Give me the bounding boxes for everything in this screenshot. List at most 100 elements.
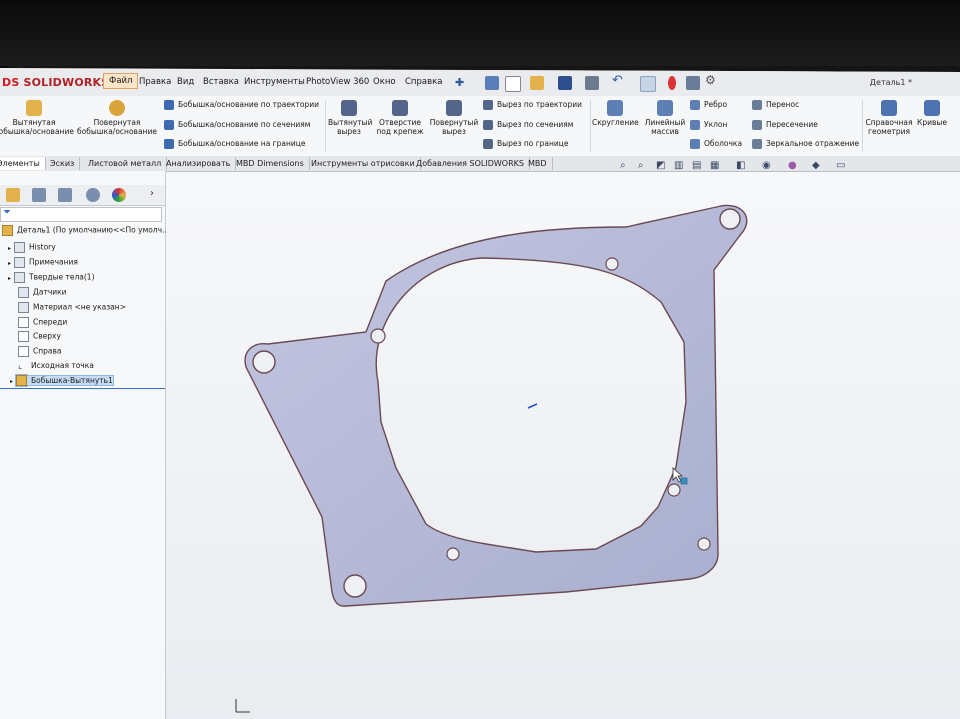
menu-insert[interactable]: Вставка xyxy=(203,77,239,87)
tab-mbd-dimensions[interactable]: MBD Dimensions xyxy=(231,157,310,170)
rollback-bar[interactable] xyxy=(0,388,165,389)
view-orientation-icon[interactable]: ▦ xyxy=(710,160,719,171)
tree-item-top-plane[interactable]: Сверху xyxy=(18,331,61,342)
tab-sketch-ink[interactable]: Инструменты отрисовки xyxy=(306,157,421,170)
swept-cut-button[interactable]: Вырез по траектории xyxy=(483,100,582,110)
shell-button[interactable]: Оболочка xyxy=(690,139,742,149)
boundary-cut-button[interactable]: Вырез по границе xyxy=(483,139,568,149)
lofted-boss-button[interactable]: Бобышка/основание по сечениям xyxy=(164,120,310,130)
tree-item-right-plane[interactable]: Справа xyxy=(18,346,62,357)
tree-root-part[interactable]: Деталь1 (По умолчанию<<По умолч... xyxy=(2,225,169,236)
tree-item-solid-bodies[interactable]: ▸ Твердые тела(1) xyxy=(8,272,95,283)
tab-sketch[interactable]: Эскиз xyxy=(45,157,81,170)
tree-item-history[interactable]: ▸ History xyxy=(8,242,56,253)
expand-arrow-icon[interactable]: ▸ xyxy=(10,378,13,385)
fillet-button[interactable]: Скругление xyxy=(592,100,639,127)
menu-file[interactable]: Файл xyxy=(103,73,139,89)
command-manager: Вытянутая бобышка/основание Повернутая б… xyxy=(0,96,960,157)
gear-icon[interactable]: ⚙ xyxy=(705,73,719,87)
traffic-light-icon[interactable] xyxy=(668,76,676,90)
graphics-area[interactable] xyxy=(166,172,960,719)
menu-edit[interactable]: Правка xyxy=(139,77,171,87)
mounting-hole[interactable] xyxy=(252,350,276,374)
appearance-icon[interactable]: ● xyxy=(788,160,797,171)
zoom-area-icon[interactable]: ⌕ xyxy=(638,160,644,171)
feature-manager-panel: › ⏷ Деталь1 (По умолчанию<<По умолч... ▸… xyxy=(0,171,169,719)
dynamic-annotation-icon[interactable]: ▤ xyxy=(692,160,701,171)
tree-item-origin[interactable]: ⌞ Исходная точка xyxy=(18,361,94,371)
solidworks-logo: DS SOLIDWORKS xyxy=(2,76,110,89)
view-settings-icon[interactable]: ▭ xyxy=(836,160,845,171)
tree-item-material[interactable]: Материал <не указан> xyxy=(18,302,126,313)
tree-item-annotations[interactable]: ▸ Примечания xyxy=(8,257,78,268)
menu-window[interactable]: Окно xyxy=(373,77,396,87)
extruded-boss-button[interactable]: Вытянутая бобышка/основание xyxy=(0,100,74,136)
save-icon[interactable] xyxy=(558,76,572,90)
curves-button[interactable]: Кривые xyxy=(916,100,948,127)
display-style-icon[interactable]: ◧ xyxy=(736,160,745,171)
hole-wizard-button[interactable]: Отверстие под крепеж xyxy=(374,100,426,136)
reference-geometry-button[interactable]: Справочная геометрия xyxy=(864,100,914,136)
tab-features[interactable]: Элементы xyxy=(0,157,46,170)
mounting-hole[interactable] xyxy=(446,547,460,561)
revolved-cut-button[interactable]: Повернутый вырез xyxy=(428,100,480,136)
previous-view-icon[interactable]: ◩ xyxy=(656,160,665,171)
extruded-cut-button[interactable]: Вытянутый вырез xyxy=(328,100,372,136)
swept-boss-button[interactable]: Бобышка/основание по траектории xyxy=(164,100,319,110)
section-view-icon[interactable]: ▥ xyxy=(674,160,683,171)
boundary-boss-button[interactable]: Бобышка/основание на границе xyxy=(164,139,305,149)
ribbon-separator xyxy=(325,100,326,152)
select-cursor-icon[interactable] xyxy=(640,76,656,92)
tree-item-boss-extrude[interactable]: ▸ Бобышка-Вытянуть1 xyxy=(10,374,114,386)
pin-icon[interactable]: ✚ xyxy=(455,76,469,90)
chevron-right-icon[interactable]: › xyxy=(150,188,154,199)
home-icon[interactable] xyxy=(485,76,499,90)
tree-item-sensors[interactable]: Датчики xyxy=(18,287,67,298)
menu-view[interactable]: Вид xyxy=(177,77,194,87)
tab-solidworks-addins[interactable]: Добавления SOLIDWORKS xyxy=(411,157,530,170)
triad-icon xyxy=(235,699,250,713)
print-icon[interactable] xyxy=(585,76,599,90)
mounting-hole[interactable] xyxy=(667,483,681,497)
wrap-button[interactable]: Перенос xyxy=(752,100,799,110)
menu-photoview[interactable]: PhotoView 360 xyxy=(306,77,369,87)
undo-icon[interactable]: ↶ xyxy=(612,73,626,88)
tree-item-front-plane[interactable]: Спереди xyxy=(18,317,67,328)
hide-show-icon[interactable]: ◉ xyxy=(762,160,771,171)
tab-sheet-metal[interactable]: Листовой металл xyxy=(83,157,168,170)
dimxpert-tab-icon[interactable] xyxy=(86,188,100,202)
linear-pattern-button[interactable]: Линейный массив xyxy=(642,100,688,136)
mounting-hole[interactable] xyxy=(697,537,711,551)
scene-icon[interactable]: ◆ xyxy=(812,160,820,171)
display-manager-tab-icon[interactable] xyxy=(112,188,126,202)
lofted-cut-button[interactable]: Вырез по сечениям xyxy=(483,120,573,130)
menu-help[interactable]: Справка xyxy=(405,77,442,87)
tab-evaluate[interactable]: Анализировать xyxy=(161,157,237,170)
expand-arrow-icon[interactable]: ▸ xyxy=(8,245,11,252)
open-folder-icon[interactable] xyxy=(530,76,544,90)
expand-arrow-icon[interactable]: ▸ xyxy=(8,275,11,282)
configuration-manager-tab-icon[interactable] xyxy=(58,188,72,202)
rib-button[interactable]: Ребро xyxy=(690,100,727,110)
feature-tree-tab-icon[interactable] xyxy=(6,188,20,202)
expand-arrow-icon[interactable]: ▸ xyxy=(8,260,11,267)
panel-tabs: › xyxy=(0,185,165,206)
menu-tools[interactable]: Инструменты xyxy=(244,77,305,87)
properties-icon[interactable] xyxy=(686,76,700,90)
revolved-boss-button[interactable]: Повернутая бобышка/основание xyxy=(76,100,158,136)
linear-pattern-icon xyxy=(657,100,673,116)
tab-mbd[interactable]: MBD xyxy=(523,157,553,170)
new-document-icon[interactable] xyxy=(505,76,521,92)
mounting-hole[interactable] xyxy=(719,208,741,230)
mounting-hole[interactable] xyxy=(343,574,367,598)
tree-filter-input[interactable]: ⏷ xyxy=(0,207,162,222)
draft-button[interactable]: Уклон xyxy=(690,120,727,130)
monitor-bezel xyxy=(0,0,960,66)
intersect-button[interactable]: Пересечение xyxy=(752,120,818,130)
mounting-hole[interactable] xyxy=(370,328,386,344)
mounting-hole[interactable] xyxy=(605,257,619,271)
zoom-to-fit-icon[interactable]: ⌕ xyxy=(620,160,626,171)
gasket-plate[interactable] xyxy=(244,204,748,607)
property-manager-tab-icon[interactable] xyxy=(32,188,46,202)
mirror-button[interactable]: Зеркальное отражение xyxy=(752,139,859,149)
